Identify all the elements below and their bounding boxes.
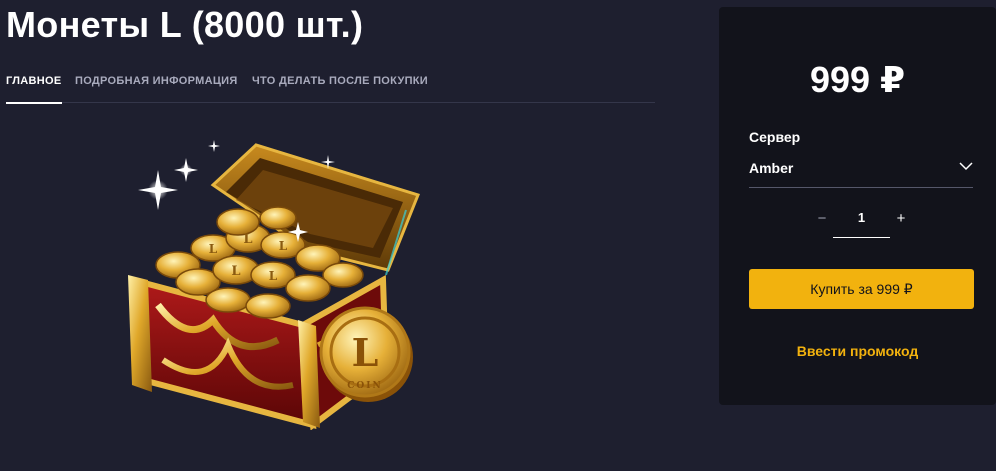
server-select[interactable]: Amber	[749, 155, 973, 188]
page-title: Монеты L (8000 шт.)	[6, 4, 364, 45]
svg-text:L: L	[269, 269, 278, 283]
tab-bar: ГЛАВНОЕ ПОДРОБНАЯ ИНФОРМАЦИЯ ЧТО ДЕЛАТЬ …	[6, 62, 655, 104]
server-select-value: Amber	[749, 160, 794, 176]
quantity-stepper: − 1 +	[814, 207, 924, 239]
svg-text:L: L	[231, 264, 240, 279]
decrease-button[interactable]: −	[810, 207, 834, 231]
promo-code-link[interactable]: Ввести промокод	[719, 343, 996, 359]
price: 999 ₽	[809, 59, 906, 100]
tab-main[interactable]: ГЛАВНОЕ	[6, 75, 62, 104]
increase-button[interactable]: +	[889, 207, 913, 231]
svg-text:L: L	[352, 330, 379, 375]
server-label: Сервер	[749, 129, 801, 145]
coin-chest-image: L L L L L L COIN	[128, 140, 420, 430]
tab-after-purchase[interactable]: ЧТО ДЕЛАТЬ ПОСЛЕ ПОКУПКИ	[252, 75, 428, 87]
svg-text:L: L	[209, 242, 218, 256]
svg-text:L: L	[243, 232, 252, 247]
svg-text:L: L	[279, 239, 288, 253]
tab-details[interactable]: ПОДРОБНАЯ ИНФОРМАЦИЯ	[75, 75, 238, 87]
chevron-down-icon	[959, 162, 973, 171]
buy-button[interactable]: Купить за 999 ₽	[749, 269, 974, 309]
quantity-input[interactable]: 1	[833, 207, 890, 238]
svg-text:COIN: COIN	[347, 381, 382, 391]
purchase-panel: 999 ₽ Сервер Amber − 1 + Купить за 999 ₽…	[719, 7, 996, 405]
